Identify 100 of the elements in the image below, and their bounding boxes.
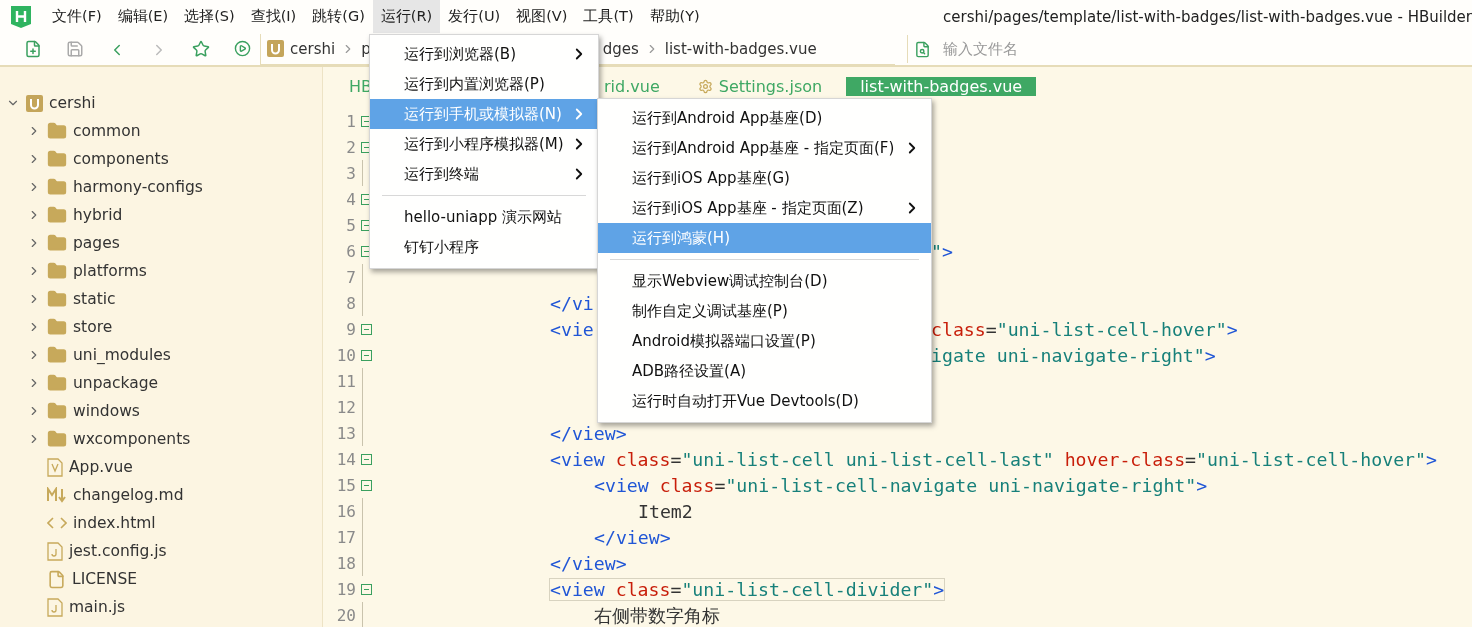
code-token: </view> — [594, 526, 671, 548]
line-number: 8 — [345, 293, 356, 313]
code-token: igate uni-navigate-right" — [931, 344, 1205, 366]
line-number: 15 — [335, 475, 356, 495]
tree-item-label[interactable]: wxcomponents — [73, 430, 191, 448]
code-token: = — [670, 578, 682, 600]
tree-item-label[interactable]: jest.config.js — [69, 542, 167, 560]
folder-icon — [47, 121, 67, 141]
code-token: <vie — [550, 318, 594, 340]
project-icon — [267, 40, 284, 57]
fold-toggle-icon[interactable] — [360, 583, 372, 595]
menu-bar-item[interactable]: 查找(I) — [242, 0, 305, 33]
menu-item[interactable]: hello-uniapp 演示网站 — [370, 202, 598, 232]
code-token: "uni-list-cell-divider" — [681, 578, 934, 600]
fold-toggle-icon[interactable] — [360, 349, 372, 361]
folder-icon — [47, 233, 67, 253]
code-token: "uni-list-cell-hover" — [1196, 448, 1426, 470]
new-file-icon[interactable] — [24, 40, 42, 58]
save-icon[interactable] — [66, 40, 84, 58]
menu-item[interactable]: 运行到终端 — [370, 159, 598, 189]
file-search-field[interactable]: 输入文件名 — [941, 40, 1472, 58]
menu-bar-item[interactable]: 运行(R) — [372, 0, 441, 33]
breadcrumb-item[interactable]: cershi — [290, 39, 336, 58]
line-number: 1 — [345, 111, 356, 131]
menu-bar-item[interactable]: 工具(T) — [575, 0, 642, 33]
menu-item[interactable]: 运行到浏览器(B) — [370, 39, 598, 69]
menu-bar-item[interactable]: 文件(F) — [44, 0, 110, 33]
menu-bar-item[interactable]: 发行(U) — [440, 0, 509, 33]
vue-file-icon — [47, 457, 63, 477]
line-number: 19 — [335, 579, 356, 599]
line-number: 4 — [345, 189, 356, 209]
menu-item[interactable]: ADB路径设置(A) — [598, 356, 931, 386]
code-token: class — [658, 474, 715, 496]
line-number: 7 — [345, 267, 356, 287]
tree-item-label[interactable]: windows — [73, 402, 140, 420]
code-token: class — [614, 578, 671, 600]
tree-item-label[interactable]: index.html — [73, 514, 156, 532]
folder-icon — [47, 401, 67, 421]
tree-item-label[interactable]: cershi — [49, 94, 96, 112]
fold-toggle-icon[interactable] — [360, 453, 372, 465]
menu-item[interactable]: Android模拟器端口设置(P) — [598, 326, 931, 356]
code-token: 右侧带数字角标 — [594, 603, 720, 627]
code-token: hover-class — [1063, 448, 1186, 470]
menu-item[interactable]: 制作自定义调试基座(P) — [598, 296, 931, 326]
app-logo-icon — [11, 5, 31, 28]
fold-toggle-icon[interactable] — [360, 479, 372, 491]
breadcrumb-item[interactable]: dges — [602, 39, 639, 58]
menu-bar-item[interactable]: 视图(V) — [508, 0, 576, 33]
line-number: 16 — [335, 501, 356, 521]
line-number: 20 — [335, 605, 356, 625]
menu-bar-item[interactable]: 帮助(Y) — [641, 0, 708, 33]
menu-item[interactable]: 运行到iOS App基座 - 指定页面(Z) — [598, 193, 931, 223]
tree-item-label[interactable]: platforms — [73, 262, 147, 280]
line-number: 18 — [335, 553, 356, 573]
tree-item-label[interactable]: main.js — [69, 598, 126, 616]
folder-icon — [47, 177, 67, 197]
js-file-icon — [47, 597, 63, 617]
menu-item[interactable]: 运行到Android App基座 - 指定页面(F) — [598, 133, 931, 163]
folder-icon — [47, 373, 67, 393]
folder-icon — [47, 429, 67, 449]
menu-item[interactable]: 钉钉小程序 — [370, 232, 598, 262]
menu-item[interactable]: 运行到内置浏览器(P) — [370, 69, 598, 99]
breadcrumb-item[interactable]: list-with-badges.vue — [664, 39, 817, 58]
gear-icon — [697, 79, 713, 94]
code-token: > — [933, 578, 945, 600]
menu-item[interactable]: 运行到小程序模拟器(M) — [370, 129, 598, 159]
menu-item[interactable]: 运行时自动打开Vue Devtools(D) — [598, 386, 931, 416]
menu-bar-item[interactable]: 编辑(E) — [109, 0, 177, 33]
code-token: > — [941, 240, 953, 262]
star-icon[interactable] — [192, 40, 210, 58]
tree-item-label[interactable]: uni_modules — [73, 346, 171, 364]
menu-item[interactable]: 运行到Android App基座(D) — [598, 103, 931, 133]
tree-item-label[interactable]: components — [73, 150, 169, 168]
code-token: "uni-list-cell-hover" — [996, 318, 1227, 340]
tree-item-label[interactable]: store — [73, 318, 113, 336]
line-number: 10 — [335, 345, 356, 365]
line-number: 11 — [335, 371, 356, 391]
tree-item-label[interactable]: unpackage — [73, 374, 159, 392]
run-icon[interactable] — [234, 40, 251, 57]
tree-item-label[interactable]: changelog.md — [73, 486, 184, 504]
code-brackets-icon — [47, 517, 67, 529]
menu-item[interactable]: 运行到iOS App基座(G) — [598, 163, 931, 193]
tree-item-label[interactable]: App.vue — [69, 458, 133, 476]
code-token: > — [1196, 474, 1208, 496]
line-number: 2 — [345, 137, 356, 157]
tree-item-label[interactable]: harmony-configs — [73, 178, 203, 196]
fold-toggle-icon[interactable] — [360, 323, 372, 335]
folder-icon — [47, 205, 67, 225]
menu-bar-item[interactable]: 选择(S) — [176, 0, 243, 33]
menu-bar-item[interactable]: 跳转(G) — [304, 0, 373, 33]
tree-item-label[interactable]: hybrid — [73, 206, 123, 224]
tree-item-label[interactable]: static — [73, 290, 116, 308]
tree-item-label[interactable]: pages — [73, 234, 120, 252]
code-token: "uni-list-cell uni-list-cell-last" — [681, 448, 1054, 470]
folder-icon — [47, 261, 67, 281]
menu-item[interactable]: 显示Webview调试控制台(D) — [598, 266, 931, 296]
code-token: </view> — [550, 552, 627, 574]
tree-item-label[interactable]: common — [73, 122, 141, 140]
code-token: <view — [550, 578, 605, 600]
tree-item-label[interactable]: LICENSE — [72, 570, 138, 588]
